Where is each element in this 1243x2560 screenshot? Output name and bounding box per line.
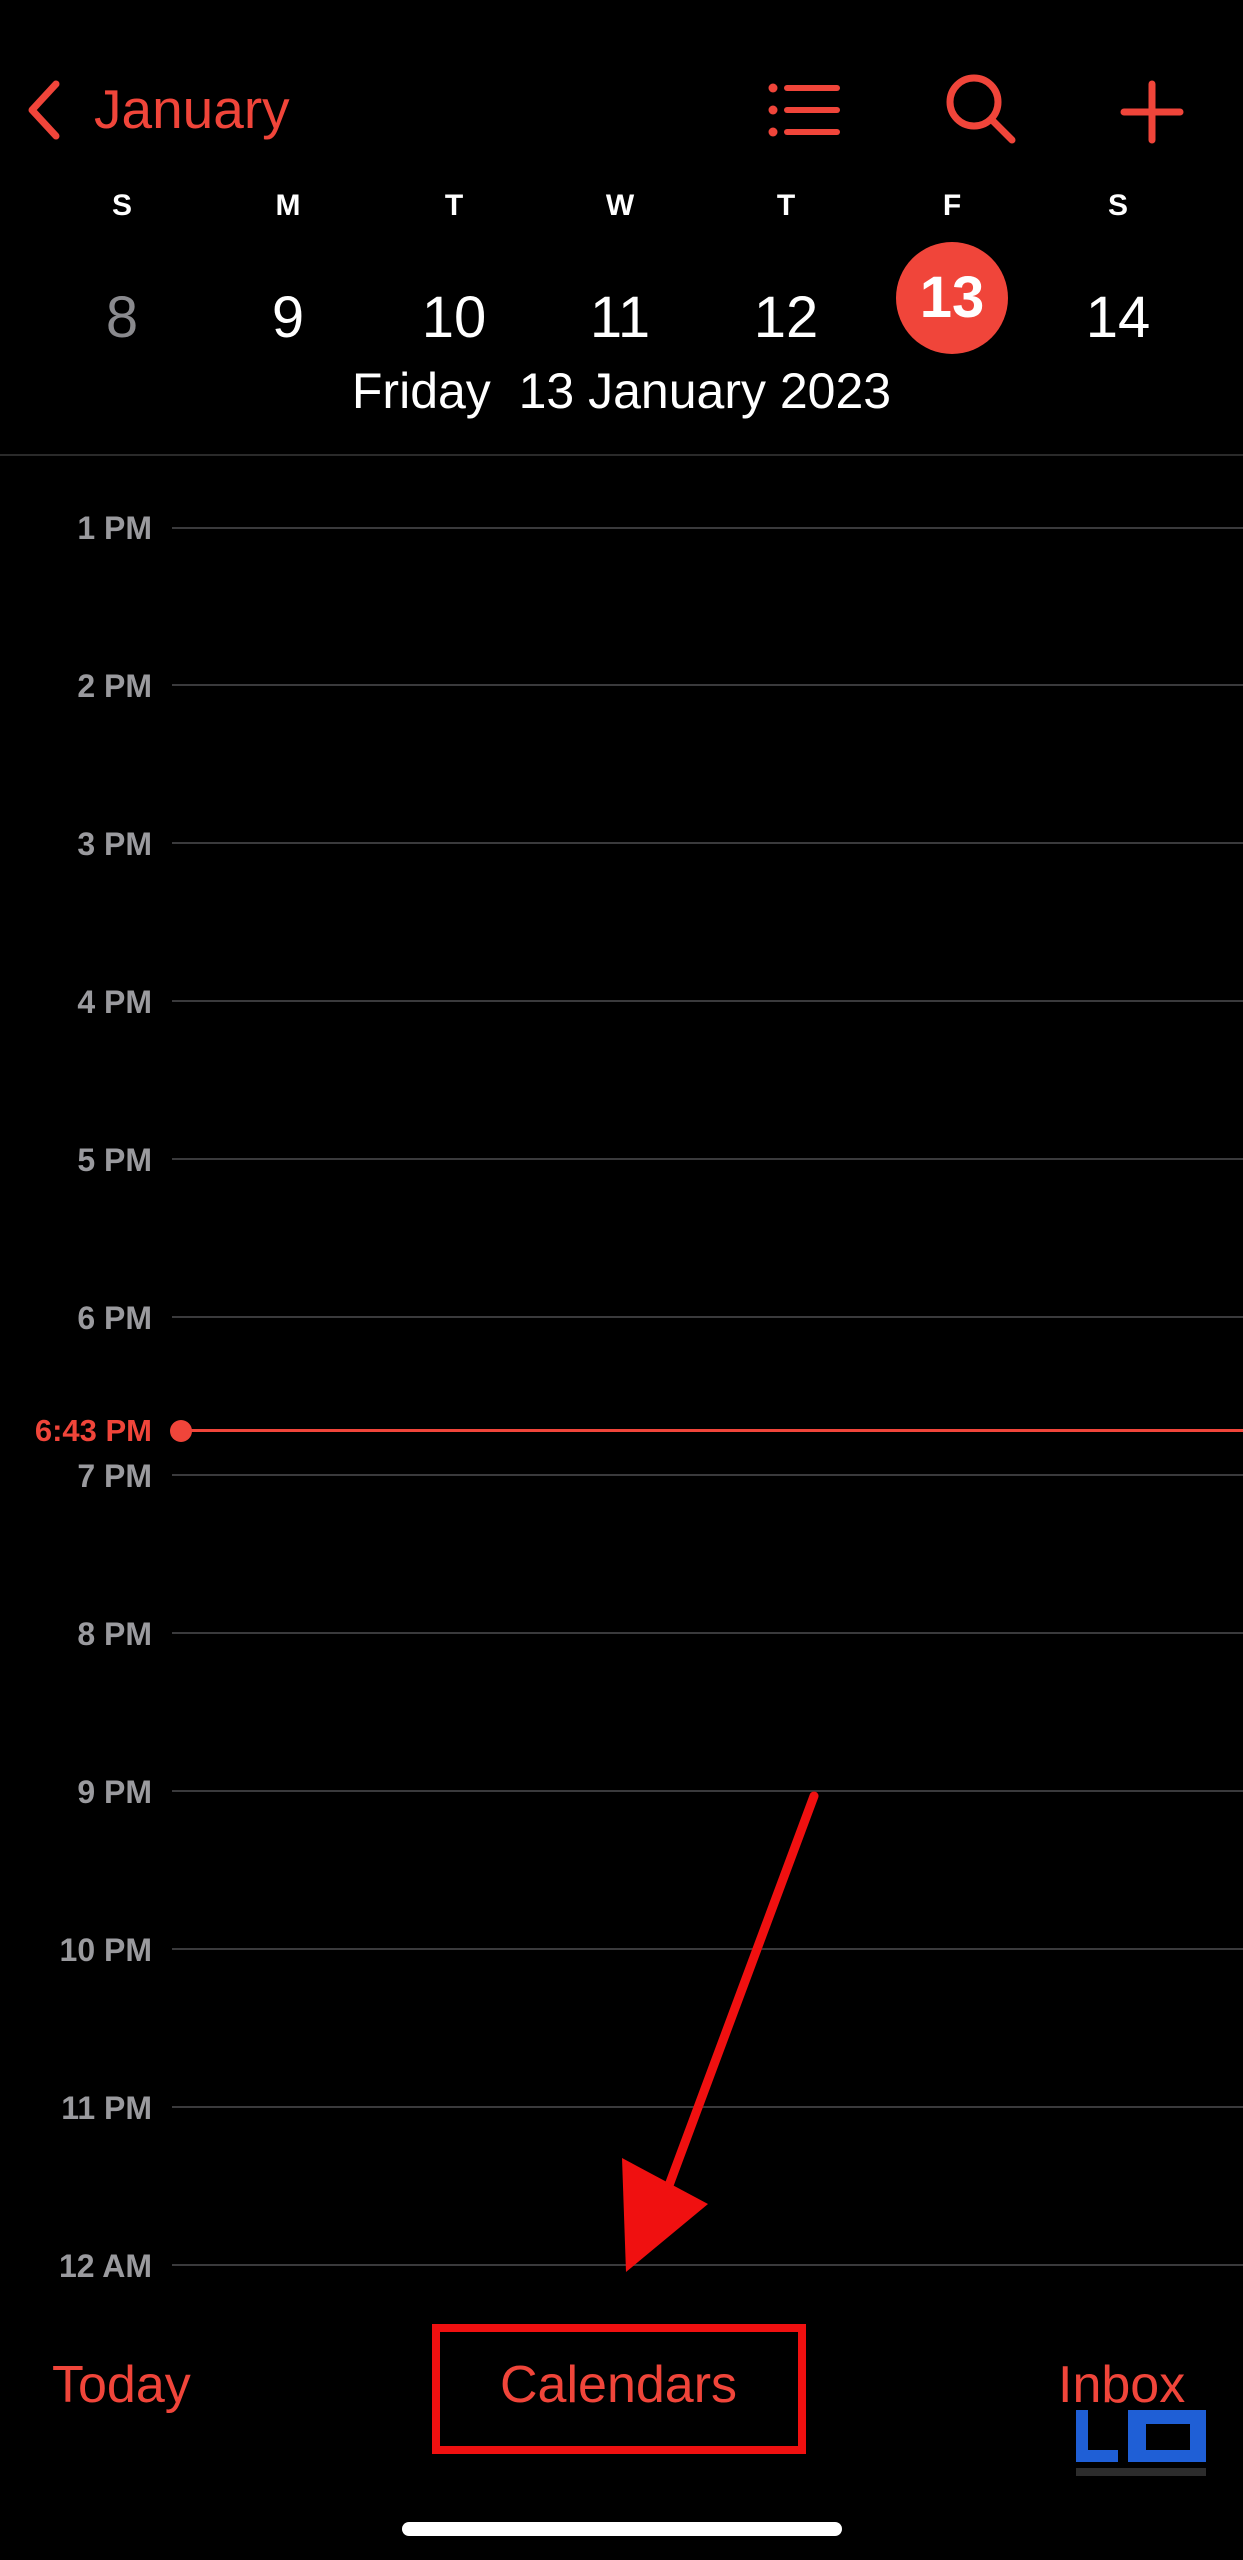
search-icon[interactable] bbox=[944, 72, 1018, 146]
list-icon[interactable] bbox=[768, 82, 842, 138]
hour-label-3pm: 3 PM bbox=[77, 826, 152, 862]
hour-label-8pm: 8 PM bbox=[77, 1616, 152, 1652]
hour-line bbox=[172, 2106, 1243, 2108]
hour-line bbox=[172, 842, 1243, 844]
weekday-label-fri: F bbox=[942, 189, 962, 222]
hour-line bbox=[172, 1632, 1243, 1634]
hour-label-10pm: 10 PM bbox=[59, 1932, 152, 1968]
header-divider bbox=[0, 454, 1243, 456]
back-button-label[interactable]: January bbox=[94, 72, 290, 146]
weekday-label-thu: T bbox=[776, 189, 796, 222]
hour-label-6pm: 6 PM bbox=[77, 1300, 152, 1336]
weekday-label-wed: W bbox=[605, 189, 635, 222]
current-time-dot bbox=[170, 1420, 192, 1442]
hour-label-9pm: 9 PM bbox=[77, 1774, 152, 1810]
today-button[interactable]: Today bbox=[52, 2350, 191, 2420]
weekday-label-mon: M bbox=[275, 189, 301, 222]
hour-label-7pm: 7 PM bbox=[77, 1458, 152, 1494]
hour-line bbox=[172, 1948, 1243, 1950]
hour-line bbox=[172, 1000, 1243, 1002]
selected-date-title: Friday 13 January 2023 bbox=[351, 363, 892, 419]
hour-line bbox=[172, 684, 1243, 686]
hour-label-2pm: 2 PM bbox=[77, 668, 152, 704]
hour-label-5pm: 5 PM bbox=[77, 1142, 152, 1178]
plus-icon[interactable] bbox=[1120, 80, 1184, 144]
weekday-label-sun: S bbox=[111, 189, 132, 222]
weekday-label-tue: T bbox=[444, 189, 464, 222]
watermark-logo-icon bbox=[1072, 2406, 1212, 2480]
hour-label-4pm: 4 PM bbox=[77, 984, 152, 1020]
current-time-line bbox=[172, 1429, 1243, 1432]
hour-label-11pm: 11 PM bbox=[61, 2090, 152, 2126]
annotation-highlight-box bbox=[432, 2324, 806, 2454]
hour-line bbox=[172, 1790, 1243, 1792]
hour-line bbox=[172, 1316, 1243, 1318]
day-13-selected[interactable]: 13 bbox=[896, 242, 1008, 354]
current-time-label: 6:43 PM bbox=[34, 1413, 152, 1448]
hour-label-1pm: 1 PM bbox=[77, 510, 152, 546]
hour-line bbox=[172, 527, 1243, 529]
home-indicator[interactable] bbox=[402, 2522, 842, 2536]
hour-line bbox=[172, 1158, 1243, 1160]
back-chevron-icon[interactable] bbox=[24, 80, 64, 140]
hour-line bbox=[172, 2264, 1243, 2266]
hour-label-12am: 12 AM bbox=[58, 2248, 152, 2284]
hour-line bbox=[172, 1474, 1243, 1476]
weekday-label-sat: S bbox=[1107, 189, 1128, 222]
